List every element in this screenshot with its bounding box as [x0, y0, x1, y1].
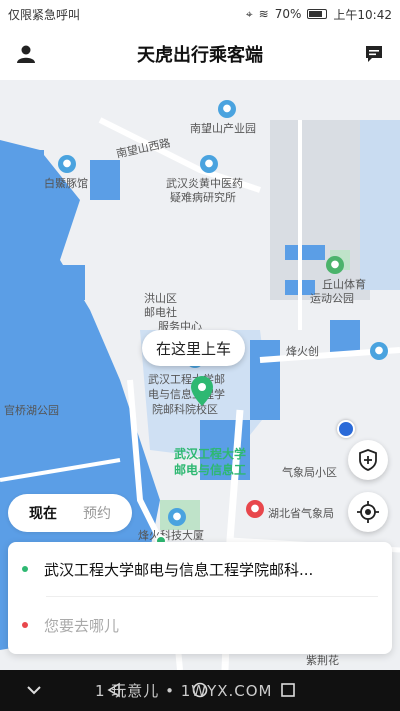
map-label: 武汉炎黄中医药 [166, 177, 243, 190]
carrier-text: 仅限紧急呼叫 [8, 7, 81, 22]
destination-input[interactable]: 您要去哪儿 [44, 615, 119, 636]
pickup-pin-icon [191, 376, 213, 406]
location-icon: ⌖ [245, 6, 253, 21]
origin-row[interactable]: 武汉工程大学邮电与信息工程学院邮科... [8, 542, 392, 596]
map-label: 南望山产业园 [190, 122, 256, 135]
origin-dot [22, 566, 28, 572]
map-label-selected: 武汉工程大学 [174, 447, 247, 461]
watermark: 1 玩意儿 • 1WYX.COM [95, 682, 273, 700]
park-icon: ● [326, 256, 344, 274]
map-label: 烽火创 [286, 345, 319, 358]
divider [46, 596, 378, 597]
poi-icon: ● [246, 500, 264, 518]
poi-icon: ● [200, 155, 218, 173]
map-label: 电与信息工程学 [148, 388, 225, 401]
wifi-icon: ≋ [258, 7, 269, 21]
clock: 上午10:42 [333, 7, 392, 22]
destination-row[interactable]: 您要去哪儿 [8, 598, 392, 652]
current-location-dot [337, 420, 355, 438]
map-label-selected: 邮电与信息工 [174, 463, 247, 477]
origin-address: 武汉工程大学邮电与信息工程学院邮科... [44, 560, 314, 579]
map-label: 丘山体育 [322, 278, 366, 291]
shield-icon [359, 449, 377, 471]
poi-icon: ● [168, 508, 186, 526]
user-icon[interactable] [12, 40, 40, 68]
map-label: 气象局小区 [282, 466, 337, 479]
poi-icon: ● [58, 155, 76, 173]
message-icon[interactable] [360, 40, 388, 68]
page-title: 天虎出行乘客端 [137, 45, 263, 66]
destination-dot [22, 622, 28, 628]
map-label: 邮电社 [144, 306, 177, 319]
recents-icon[interactable] [276, 678, 300, 702]
map-label: 运动公园 [310, 292, 354, 305]
status-bar: 仅限紧急呼叫 ⌖ ≋ 70% 上午10:42 [0, 0, 400, 28]
system-nav-bar: 1 玩意儿 • 1WYX.COM [0, 670, 400, 711]
pickup-bubble[interactable]: 在这里上车 [142, 330, 246, 366]
status-icons: ⌖ ≋ 70% 上午10:42 [246, 6, 392, 23]
poi-icon: ● [370, 342, 388, 360]
mode-now[interactable]: 现在 [16, 503, 70, 523]
map-label: 洪山区 [144, 292, 177, 305]
battery-icon [307, 9, 328, 19]
poi-icon: ● [218, 100, 236, 118]
map-label: 武汉工程大学邮 [148, 373, 225, 386]
map-label: 紫荆花 [306, 654, 339, 667]
map-label: 湖北省气象局 [268, 507, 334, 520]
chevron-down-icon[interactable] [22, 678, 46, 702]
safety-shield-button[interactable] [348, 440, 388, 480]
mode-reserve[interactable]: 预约 [70, 503, 124, 523]
map-label: 疑难病研究所 [170, 191, 236, 204]
battery-percent: 70% [274, 7, 302, 21]
locate-icon [357, 501, 379, 523]
map-label: 白鱀豚馆 [44, 177, 88, 190]
ride-mode-toggle: 现在 预约 [8, 494, 132, 532]
app-header: 天虎出行乘客端 [0, 28, 400, 80]
map-label: 官桥湖公园 [4, 404, 59, 417]
locate-button[interactable] [348, 492, 388, 532]
address-card: 武汉工程大学邮电与信息工程学院邮科... 您要去哪儿 [8, 542, 392, 654]
